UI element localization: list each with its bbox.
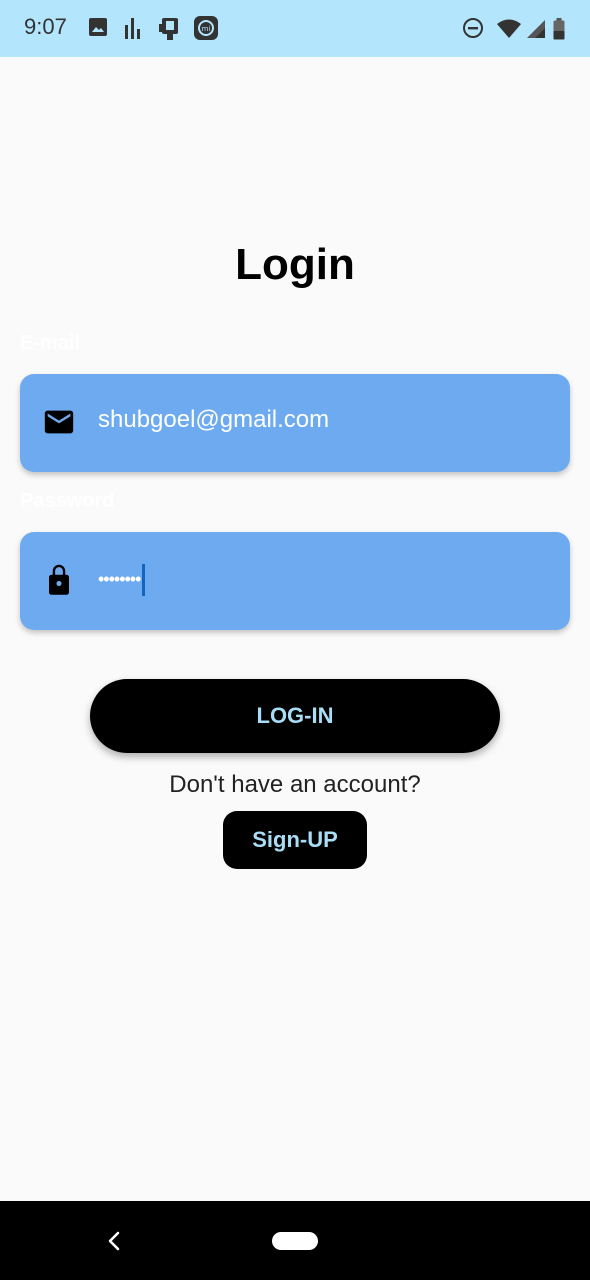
page-title: Login <box>235 240 355 289</box>
wifi-icon <box>496 19 522 43</box>
password-field[interactable]: •••••••• <box>20 532 570 630</box>
login-button[interactable]: LOG-IN <box>90 679 500 753</box>
bar-chart-icon <box>124 17 142 43</box>
login-screen: 9:07 mi Login E-mail shubgoel@gmail.com … <box>0 0 590 1280</box>
signup-button[interactable]: Sign-UP <box>223 811 367 869</box>
back-icon[interactable] <box>104 1229 124 1257</box>
email-value: shubgoel@gmail.com <box>98 406 330 433</box>
navigation-bar <box>0 1201 590 1280</box>
email-label: E-mail <box>20 332 81 354</box>
status-time: 9:07 <box>24 14 67 39</box>
text-caret <box>142 564 146 596</box>
screen-cast-icon <box>158 17 182 45</box>
mail-icon <box>42 405 76 443</box>
svg-text:mi: mi <box>202 25 211 33</box>
password-value[interactable]: •••••••• <box>98 564 146 596</box>
signal-icon <box>526 19 546 43</box>
mi-app-icon: mi <box>193 15 219 45</box>
password-label: Password <box>20 490 115 512</box>
image-icon <box>88 17 108 41</box>
password-dots: •••••••• <box>98 568 141 589</box>
status-bar: 9:07 mi <box>0 0 590 57</box>
home-pill-icon[interactable] <box>272 1232 318 1250</box>
no-account-text: Don't have an account? <box>169 771 421 798</box>
battery-icon <box>553 18 565 44</box>
email-field[interactable]: shubgoel@gmail.com <box>20 374 570 472</box>
dnd-icon <box>462 17 484 43</box>
lock-icon <box>44 562 74 604</box>
